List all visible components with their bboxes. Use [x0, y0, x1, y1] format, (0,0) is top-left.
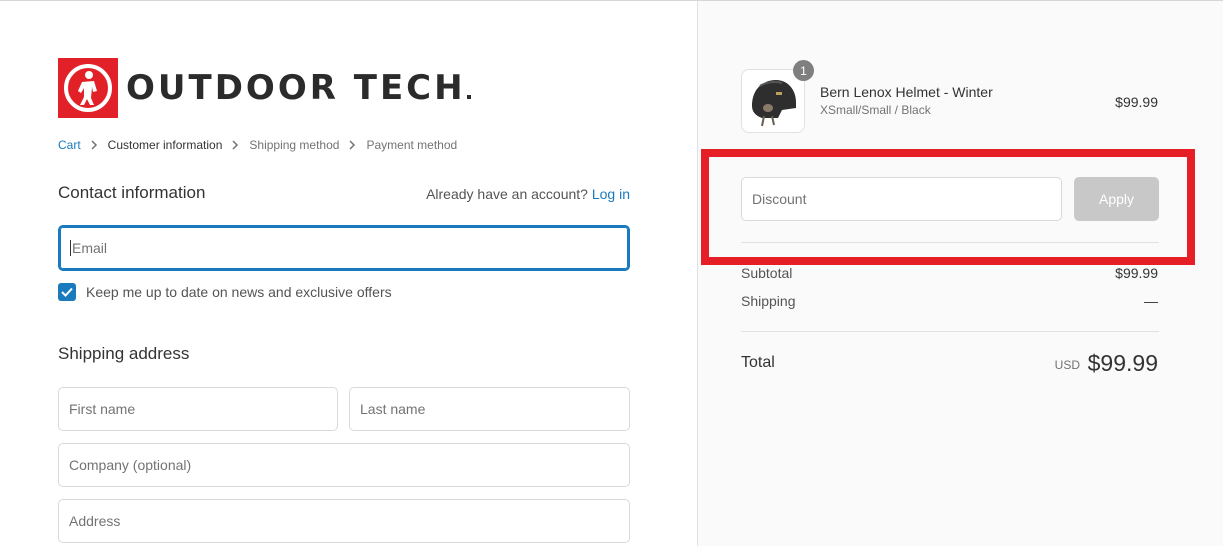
last-name-field[interactable]: Last name [349, 387, 630, 431]
subtotal-label: Subtotal [741, 265, 793, 281]
account-prompt: Already have an account? Log in [426, 186, 630, 202]
email-placeholder: Email [72, 240, 108, 256]
discount-field[interactable]: Discount [741, 177, 1062, 221]
newsletter-checkbox[interactable] [58, 283, 76, 301]
product-variant: XSmall/Small / Black [820, 103, 931, 117]
breadcrumb-cart-link[interactable]: Cart [58, 138, 81, 152]
quantity-badge: 1 [793, 60, 814, 81]
product-price: $99.99 [1115, 94, 1158, 110]
email-field[interactable]: Email [58, 225, 630, 271]
chevron-right-icon [349, 140, 356, 150]
shipping-value: — [1144, 293, 1158, 309]
address-field[interactable]: Address [58, 499, 630, 543]
brand-logo[interactable]: OUTDOOR TECH [58, 57, 471, 119]
divider [741, 331, 1159, 332]
total-currency: USD [1054, 358, 1080, 372]
brand-name: OUTDOOR TECH [126, 68, 466, 108]
total-amount: $99.99 [1087, 350, 1158, 376]
login-link[interactable]: Log in [592, 186, 630, 202]
product-name: Bern Lenox Helmet - Winter [820, 84, 993, 100]
last-name-placeholder: Last name [360, 401, 426, 417]
product-thumbnail [741, 69, 805, 133]
address-placeholder: Address [69, 513, 121, 529]
discount-placeholder: Discount [752, 191, 807, 207]
account-prompt-text: Already have an account? [426, 186, 588, 202]
shipping-address-heading: Shipping address [58, 344, 190, 363]
order-summary: 1 Bern Lenox Helmet - Winter XSmall/Smal… [697, 1, 1223, 546]
text-cursor [70, 240, 71, 256]
checkmark-icon [61, 287, 73, 297]
newsletter-label: Keep me up to date on news and exclusive… [86, 284, 392, 300]
subtotal-value: $99.99 [1115, 265, 1158, 281]
chevron-right-icon [91, 140, 98, 150]
main-column: OUTDOOR TECH Cart Customer information S… [0, 1, 697, 546]
divider [741, 242, 1159, 243]
first-name-field[interactable]: First name [58, 387, 338, 431]
newsletter-option[interactable]: Keep me up to date on news and exclusive… [58, 283, 392, 301]
company-field[interactable]: Company (optional) [58, 443, 630, 487]
first-name-placeholder: First name [69, 401, 136, 417]
company-placeholder: Company (optional) [69, 457, 192, 473]
breadcrumb-payment-method: Payment method [366, 138, 458, 152]
chevron-right-icon [232, 140, 239, 150]
helmet-icon [752, 80, 796, 127]
breadcrumb-customer-information: Customer information [107, 138, 223, 152]
apply-discount-button[interactable]: Apply [1074, 177, 1159, 221]
brand-dot [466, 95, 471, 99]
checkout-page: OUTDOOR TECH Cart Customer information S… [0, 0, 1223, 546]
contact-information-heading: Contact information [58, 183, 206, 202]
bigfoot-logo-icon [58, 58, 118, 118]
breadcrumb: Cart Customer information Shipping metho… [58, 138, 457, 152]
breadcrumb-shipping-method: Shipping method [249, 138, 340, 152]
total-label: Total [741, 354, 775, 371]
shipping-label: Shipping [741, 293, 796, 309]
